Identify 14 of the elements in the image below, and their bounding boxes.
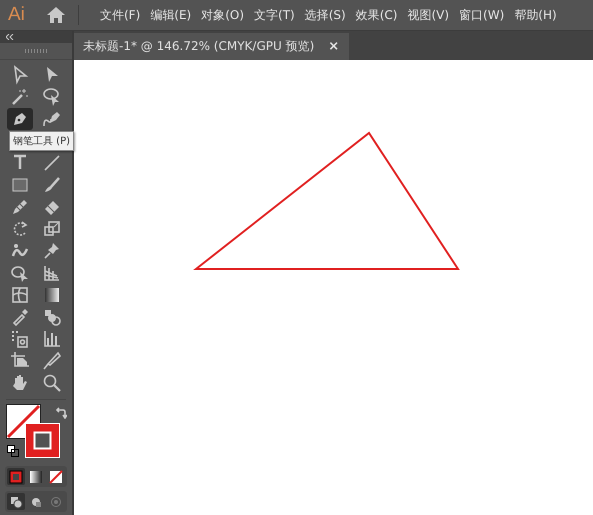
document-tab[interactable]: 未标题-1* @ 146.72% (CMYK/GPU 预览) × bbox=[74, 33, 350, 60]
menu-item[interactable]: 文件(F) bbox=[95, 6, 146, 24]
menu-item[interactable]: 窗口(W) bbox=[454, 6, 510, 24]
menu-item[interactable]: 帮助(H) bbox=[509, 6, 562, 24]
menu-item[interactable]: 文字(T) bbox=[249, 6, 300, 24]
menu-item[interactable]: 选择(S) bbox=[300, 6, 351, 24]
close-button[interactable]: × bbox=[328, 39, 340, 54]
document-title: 未标题-1* @ 146.72% (CMYK/GPU 预览) bbox=[83, 38, 314, 55]
menu-item[interactable]: 视图(V) bbox=[402, 6, 454, 24]
menu-item[interactable]: 编辑(E) bbox=[145, 6, 196, 24]
app-logo: Ai bbox=[8, 4, 26, 26]
menu-item[interactable]: 效果(C) bbox=[350, 6, 402, 24]
tooltip: 钢笔工具 (P) bbox=[9, 131, 74, 151]
menu-item[interactable]: 对象(O) bbox=[196, 6, 250, 24]
